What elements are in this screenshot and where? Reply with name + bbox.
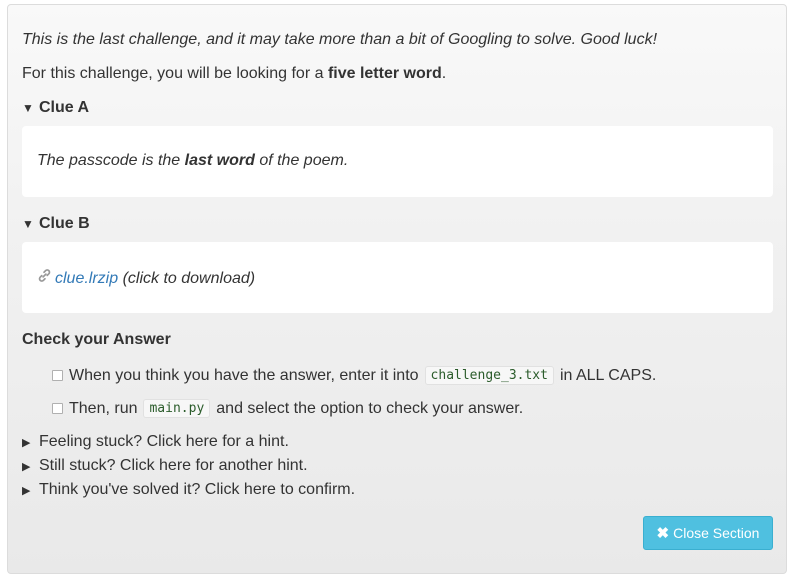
hint-1-label: Feeling stuck? Click here for a hint. [39,433,289,450]
triangle-right-icon: ▶ [22,436,31,449]
hint-1-toggle[interactable]: ▶ Feeling stuck? Click here for a hint. [22,433,289,451]
step-2: Then, run main.py and select the option … [52,399,523,418]
confirm-toggle[interactable]: ▶ Think you've solved it? Click here to … [22,481,355,499]
hint-2-label: Still stuck? Click here for another hint… [39,457,308,474]
step-1-code: challenge_3.txt [424,366,554,385]
clue-a-text: The passcode is the last word of the poe… [37,152,348,170]
check-answer-heading: Check your Answer [22,331,171,348]
triangle-down-icon: ▼ [22,217,34,231]
step-2-pre: Then, run [69,399,138,417]
step-1: When you think you have the answer, ente… [52,366,656,385]
close-section-label: Close Section [673,525,760,541]
clue-a-post: of the poem. [254,152,349,169]
clue-a-card: The passcode is the last word of the poe… [22,126,773,197]
triangle-right-icon: ▶ [22,460,31,473]
step-1-post: in ALL CAPS. [559,366,657,384]
task-suffix: . [441,65,447,82]
clue-download-link[interactable]: clue.lrzip [55,270,118,287]
task-bold: five letter word [327,65,442,82]
clue-a-pre: The passcode is the [37,152,185,169]
triangle-right-icon: ▶ [22,484,31,497]
clue-a-bold: last word [184,152,255,169]
clue-b-label: Clue B [39,215,90,232]
confirm-label: Think you've solved it? Click here to co… [39,481,356,498]
step-2-code: main.py [143,399,211,418]
link-icon [37,268,55,288]
task-prefix: For this challenge, you will be looking … [22,65,328,82]
step-1-pre: When you think you have the answer, ente… [69,366,419,384]
close-x-icon: ✖ [656,525,670,542]
clue-a-toggle[interactable]: ▼ Clue A [22,99,89,117]
triangle-down-icon: ▼ [22,101,34,115]
clue-b-toggle[interactable]: ▼ Clue B [22,215,90,233]
intro-text: This is the last challenge, and it may t… [22,31,658,48]
hint-2-toggle[interactable]: ▶ Still stuck? Click here for another hi… [22,457,308,475]
step-2-checkbox[interactable] [52,403,63,414]
clue-b-card: clue.lrzip (click to download) [22,242,773,313]
clue-b-post: (click to download) [118,270,256,287]
close-section-button[interactable]: ✖ Close Section [643,516,773,550]
clue-b-text: clue.lrzip (click to download) [37,268,255,288]
step-2-post: and select the option to check your answ… [216,399,524,417]
clue-a-label: Clue A [39,99,90,116]
step-1-checkbox[interactable] [52,370,63,381]
task-text: For this challenge, you will be looking … [22,65,446,83]
